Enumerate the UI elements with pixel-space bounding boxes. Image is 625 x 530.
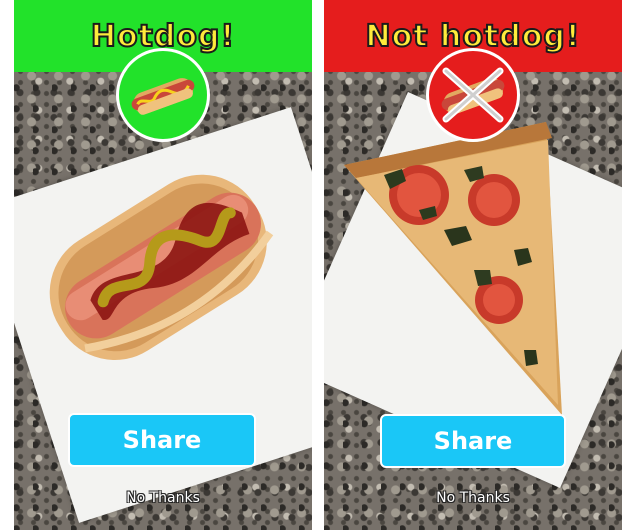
share-button[interactable]: Share — [68, 413, 256, 467]
result-screen-not-hotdog: Not hotdog! Share No Thanks — [324, 0, 622, 530]
no-thanks-link[interactable]: No Thanks — [14, 490, 312, 506]
share-button[interactable]: Share — [380, 414, 566, 468]
no-thanks-link[interactable]: No Thanks — [324, 490, 622, 506]
hotdog-icon — [116, 48, 210, 142]
result-screen-hotdog: Hotdog! Share No Thanks — [14, 0, 312, 530]
hotdog-crossed-icon — [426, 48, 520, 142]
